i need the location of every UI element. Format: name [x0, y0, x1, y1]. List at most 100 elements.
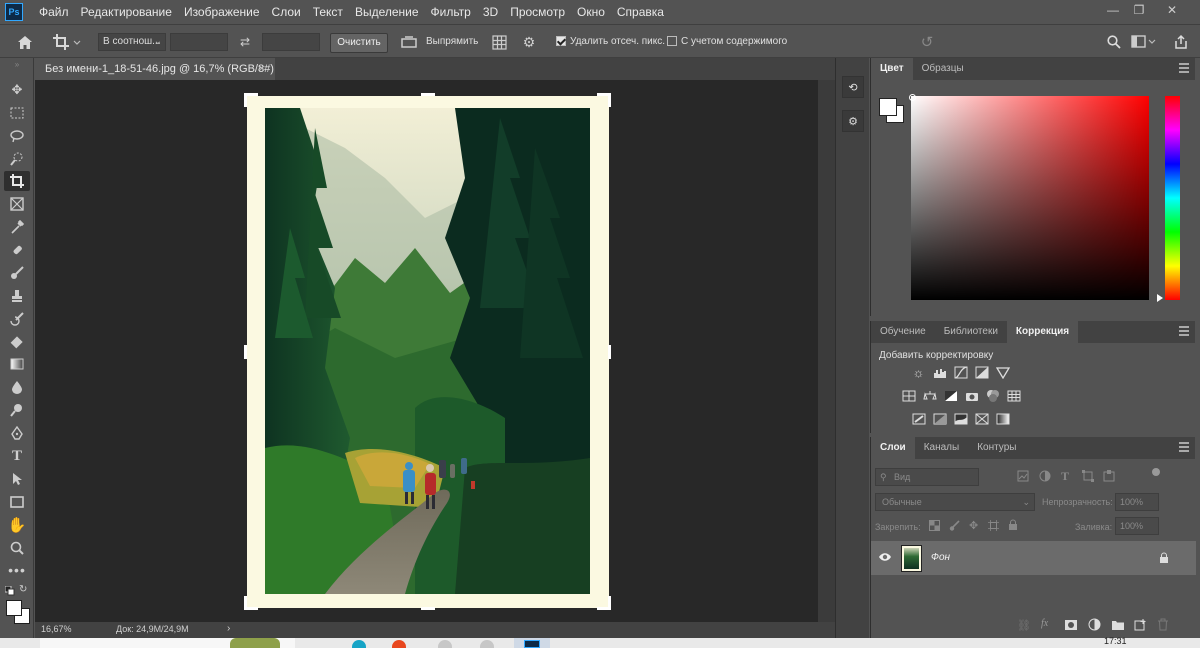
- link-layers-icon[interactable]: ⛓: [1017, 619, 1033, 632]
- color-panel-menu-icon[interactable]: [1179, 63, 1189, 73]
- new-layer-icon[interactable]: [1134, 618, 1148, 631]
- hand-tool-icon[interactable]: ✋: [4, 515, 30, 535]
- hue-slider[interactable]: [1165, 96, 1180, 300]
- lock-artboard-icon[interactable]: [988, 520, 999, 531]
- tab-swatches[interactable]: Образцы: [913, 58, 973, 80]
- layer-name[interactable]: Фон: [931, 552, 950, 563]
- invert-icon[interactable]: [911, 411, 926, 426]
- lock-transparent-icon[interactable]: [929, 520, 940, 531]
- tab-layers[interactable]: Слои: [871, 437, 915, 459]
- new-adjustment-icon[interactable]: [1088, 618, 1102, 631]
- search-icon[interactable]: [1105, 33, 1123, 51]
- taskbar-app-icon-4[interactable]: [480, 640, 494, 648]
- height-field[interactable]: [262, 33, 320, 51]
- crop-tool-icon[interactable]: [4, 171, 30, 191]
- clear-button[interactable]: Очистить: [330, 33, 388, 53]
- filter-adjustment-icon[interactable]: [1039, 470, 1051, 482]
- color-balance-icon[interactable]: [922, 388, 937, 403]
- exposure-icon[interactable]: [974, 365, 989, 380]
- width-field[interactable]: [170, 33, 228, 51]
- hue-slider-marker[interactable]: [1157, 294, 1163, 302]
- vibrance-icon[interactable]: [995, 365, 1010, 380]
- lock-pixels-icon[interactable]: [949, 520, 960, 531]
- layer-filter-select[interactable]: ⚲ Вид: [875, 468, 979, 486]
- tab-paths[interactable]: Контуры: [968, 437, 1025, 459]
- lock-all-icon[interactable]: [1008, 519, 1018, 531]
- share-icon[interactable]: [1170, 32, 1192, 52]
- type-tool-icon[interactable]: T: [4, 446, 30, 466]
- move-tool-icon[interactable]: ✥: [4, 80, 30, 100]
- frame-tool-icon[interactable]: [4, 194, 30, 214]
- close-window-button[interactable]: ✕: [1156, 0, 1188, 20]
- delete-layer-icon[interactable]: [1157, 618, 1169, 631]
- taskbar-app-icon-3[interactable]: [438, 640, 452, 648]
- swap-colors-icon[interactable]: ↻: [19, 584, 31, 596]
- posterize-icon[interactable]: [932, 411, 947, 426]
- close-tab-icon[interactable]: ×: [259, 58, 265, 80]
- add-mask-icon[interactable]: [1064, 619, 1078, 631]
- history-brush-tool-icon[interactable]: [4, 309, 30, 329]
- taskbar-app-icon-2[interactable]: [392, 640, 406, 648]
- new-group-icon[interactable]: [1111, 619, 1125, 631]
- minimize-button[interactable]: —: [1100, 0, 1126, 20]
- tab-libraries[interactable]: Библиотеки: [935, 321, 1007, 343]
- gradient-tool-icon[interactable]: [4, 354, 30, 374]
- menu-type[interactable]: Текст: [307, 0, 349, 24]
- delete-cropped-checkbox[interactable]: [556, 36, 566, 46]
- pen-tool-icon[interactable]: [4, 423, 30, 443]
- gear-icon[interactable]: ⚙: [520, 33, 538, 51]
- crop-handle-top[interactable]: [421, 93, 435, 96]
- opacity-field[interactable]: 100%: [1115, 493, 1159, 511]
- straighten-label[interactable]: Выпрямить: [426, 36, 478, 47]
- dodge-tool-icon[interactable]: [4, 400, 30, 420]
- lasso-tool-icon[interactable]: [4, 126, 30, 146]
- properties-panel-icon[interactable]: ⚙: [842, 110, 864, 132]
- layer-row[interactable]: Фон: [871, 541, 1196, 575]
- brightness-icon[interactable]: ☼: [911, 365, 926, 380]
- healing-brush-tool-icon[interactable]: [4, 240, 30, 260]
- overlay-grid-icon[interactable]: [490, 33, 508, 51]
- marquee-tool-icon[interactable]: [4, 103, 30, 123]
- crop-handle-right[interactable]: [608, 345, 611, 359]
- status-menu-icon[interactable]: ›: [227, 623, 230, 634]
- levels-icon[interactable]: [932, 365, 947, 380]
- ratio-select[interactable]: В соотнош... ⌄: [98, 33, 166, 51]
- rectangle-tool-icon[interactable]: [4, 492, 30, 512]
- tab-color[interactable]: Цвет: [871, 58, 913, 80]
- menu-file[interactable]: Файл: [33, 0, 75, 24]
- taskbar-clock[interactable]: 17:31: [1104, 636, 1127, 646]
- layers-panel-menu-icon[interactable]: [1179, 442, 1189, 452]
- content-aware-checkbox[interactable]: [667, 36, 677, 46]
- photo-filter-icon[interactable]: [964, 388, 979, 403]
- filter-shape-icon[interactable]: [1082, 470, 1094, 482]
- more-tools-icon[interactable]: •••: [4, 560, 30, 580]
- default-colors-icon[interactable]: [4, 585, 15, 596]
- crop-handle-bottom[interactable]: [421, 607, 435, 610]
- menu-filter[interactable]: Фильтр: [425, 0, 477, 24]
- menu-layers[interactable]: Слои: [266, 0, 307, 24]
- tab-channels[interactable]: Каналы: [915, 437, 969, 459]
- color-field[interactable]: [911, 96, 1149, 300]
- channel-mixer-icon[interactable]: [985, 388, 1000, 403]
- zoom-tool-icon[interactable]: [4, 538, 30, 558]
- selective-color-icon[interactable]: [974, 411, 989, 426]
- straighten-icon[interactable]: [400, 34, 418, 50]
- black-white-icon[interactable]: [943, 388, 958, 403]
- toolbar-collapse-icon[interactable]: »: [4, 60, 30, 69]
- tab-learn[interactable]: Обучение: [871, 321, 935, 343]
- eraser-tool-icon[interactable]: [4, 332, 30, 352]
- eyedropper-tool-icon[interactable]: [4, 217, 30, 237]
- hue-saturation-icon[interactable]: [901, 388, 916, 403]
- tab-adjustments[interactable]: Коррекция: [1006, 321, 1079, 343]
- lock-position-icon[interactable]: ✥: [969, 519, 981, 532]
- eye-icon[interactable]: [878, 550, 892, 564]
- threshold-icon[interactable]: [953, 411, 968, 426]
- workspace-icon[interactable]: [1130, 33, 1158, 51]
- filter-pixel-icon[interactable]: [1017, 470, 1029, 482]
- layer-lock-icon[interactable]: [1159, 552, 1169, 564]
- home-icon[interactable]: [14, 32, 36, 52]
- document-tab[interactable]: Без имени-1_18-51-46.jpg @ 16,7% (RGB/8#…: [35, 58, 275, 80]
- gradient-map-icon[interactable]: [995, 411, 1010, 426]
- foreground-color-swatch[interactable]: [6, 600, 22, 616]
- color-lookup-icon[interactable]: [1006, 388, 1021, 403]
